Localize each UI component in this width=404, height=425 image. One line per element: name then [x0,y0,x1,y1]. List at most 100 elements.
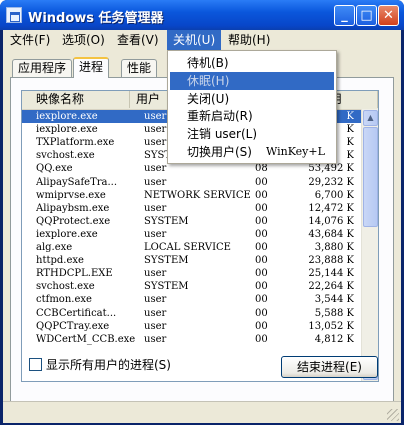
cell-user: user [144,333,167,345]
menu-item-hibernate[interactable]: 休眠(H) [170,72,334,90]
cell-image-name: QQ.exe [36,163,73,175]
cell-cpu: 00 [255,320,268,332]
table-row[interactable]: wmiprvse.exe NETWORK SERVICE 00 6,700 K [22,189,361,202]
table-row[interactable]: Alipaybsm.exe user 00 12,472 K [22,202,361,215]
status-bar [3,401,401,423]
table-row[interactable]: httpd.exe SYSTEM 00 23,888 K [22,254,361,267]
cell-user: user [144,228,167,240]
table-row[interactable]: alg.exe LOCAL SERVICE 00 3,880 K [22,241,361,254]
cell-cpu: 00 [255,333,268,345]
cell-memory: 6,700 K [314,189,354,201]
menu-item-log-off[interactable]: 注销 user(L) [170,125,334,143]
cell-memory: 53,492 K [308,163,354,175]
menu-file[interactable]: 文件(F) [4,30,56,50]
column-image-name[interactable]: 映像名称 [22,91,130,108]
menu-item-label: 切换用户(S) [187,145,252,159]
table-row[interactable]: QQ.exe user 08 53,492 K [22,162,361,175]
maximize-button[interactable]: □ [356,5,377,26]
show-all-users-checkbox[interactable] [29,358,42,371]
cell-memory: 23,888 K [308,255,354,267]
cell-image-name: CCBCertificat... [36,307,117,319]
resize-grip-icon[interactable] [387,409,399,421]
cell-memory: 29,232 K [308,176,354,188]
table-row[interactable]: ctfmon.exe user 00 3,544 K [22,293,361,306]
cell-image-name: svchost.exe [36,281,95,293]
tab-processes[interactable]: 进程 [73,57,110,78]
cell-cpu: 08 [255,163,268,175]
cell-user: user [144,320,167,332]
cell-cpu: 00 [255,176,268,188]
cell-cpu: 00 [255,242,268,253]
cell-cpu: 00 [255,255,268,267]
task-manager-window: Windows 任务管理器 _ □ ✕ 文件(F) 选项(O) 查看(V) 关机… [0,0,404,425]
cell-cpu: 00 [255,268,268,280]
menu-item-label: 重新启动(R) [187,109,253,123]
cell-image-name: alg.exe [36,242,73,253]
cell-image-name: TXPlatform.exe [36,137,115,149]
cell-image-name: QQProtect.exe [36,215,111,227]
cell-user: LOCAL SERVICE [144,242,231,253]
menu-item-restart[interactable]: 重新启动(R) [170,107,334,125]
cell-image-name: iexplore.exe [36,111,98,122]
menu-bar: 文件(F) 选项(O) 查看(V) 关机(U) 帮助(H) [3,30,401,50]
cell-user: SYSTEM [144,281,189,293]
vertical-scrollbar[interactable]: ▲ ▼ [361,109,378,381]
cell-user: user [144,163,167,175]
cell-image-name: RTHDCPL.EXE [36,268,113,280]
cell-user: SYSTEM [144,255,189,267]
table-row[interactable]: QQProtect.exe SYSTEM 00 14,076 K [22,215,361,228]
cell-cpu: 00 [255,202,268,214]
menu-view[interactable]: 查看(V) [111,30,165,50]
cell-image-name: iexplore.exe [36,124,98,136]
cell-cpu: 00 [255,307,268,319]
table-row[interactable]: QQPCTray.exe user 00 13,052 K [22,320,361,333]
scroll-up-icon[interactable]: ▲ [363,110,378,126]
cell-user: user [144,202,167,214]
table-row[interactable]: RTHDCPL.EXE user 00 25,144 K [22,267,361,280]
menu-help[interactable]: 帮助(H) [222,30,276,50]
cell-image-name: WDCertM_CCB.exe [36,333,136,345]
scroll-thumb[interactable] [363,127,378,227]
menu-options[interactable]: 选项(O) [56,30,111,50]
menu-item-label: 注销 user(L) [187,127,258,141]
cell-memory: 12,472 K [308,202,354,214]
cell-image-name: ctfmon.exe [36,294,92,306]
menu-item-turn-off[interactable]: 关闭(U) [170,90,334,108]
shutdown-menu-dropdown: 待机(B) 休眠(H) 关闭(U) 重新启动(R) 注销 user(L) 切换用… [167,50,337,164]
cell-user: NETWORK SERVICE [144,189,251,201]
cell-image-name: QQPCTray.exe [36,320,110,332]
cell-memory: 3,544 K [314,294,354,306]
end-process-button[interactable]: 结束进程(E) [281,356,378,378]
table-row[interactable]: svchost.exe SYSTEM 00 22,264 K [22,280,361,293]
cell-cpu: 00 [255,189,268,201]
tab-applications[interactable]: 应用程序 [12,59,73,77]
cell-memory: 4,812 K [314,333,354,345]
cell-memory: 43,684 K [308,228,354,240]
menu-item-label: 休眠(H) [187,74,230,88]
menu-item-shortcut: WinKey+L [266,145,325,158]
title-bar[interactable]: Windows 任务管理器 _ □ ✕ [0,0,404,30]
table-row[interactable]: CCBCertificat... user 00 5,588 K [22,307,361,320]
cell-image-name: wmiprvse.exe [36,189,106,201]
minimize-button[interactable]: _ [334,5,355,26]
table-row[interactable]: AlipaySafeTra... user 00 29,232 K [22,176,361,189]
task-manager-icon [6,7,22,23]
cell-user: user [144,176,167,188]
cell-user: user [144,307,167,319]
table-row[interactable]: WDCertM_CCB.exe user 00 4,812 K [22,333,361,346]
show-all-users-label: 显示所有用户的进程(S) [46,358,171,372]
cell-image-name: Alipaybsm.exe [36,202,110,214]
cell-memory: 5,588 K [314,307,354,319]
menu-item-switch-user[interactable]: 切换用户(S) WinKey+L [170,143,334,161]
cell-user: SYSTEM [144,215,189,227]
cell-cpu: 00 [255,215,268,227]
menu-item-standby[interactable]: 待机(B) [170,54,334,72]
table-row[interactable]: iexplore.exe user 00 43,684 K [22,228,361,241]
close-button[interactable]: ✕ [378,5,399,26]
cell-memory: 25,144 K [308,268,354,280]
menu-shutdown[interactable]: 关机(U) [167,30,222,50]
cell-image-name: AlipaySafeTra... [36,176,118,188]
cell-cpu: 00 [255,294,268,306]
cell-cpu: 00 [255,228,268,240]
tab-performance[interactable]: 性能 [121,59,158,77]
